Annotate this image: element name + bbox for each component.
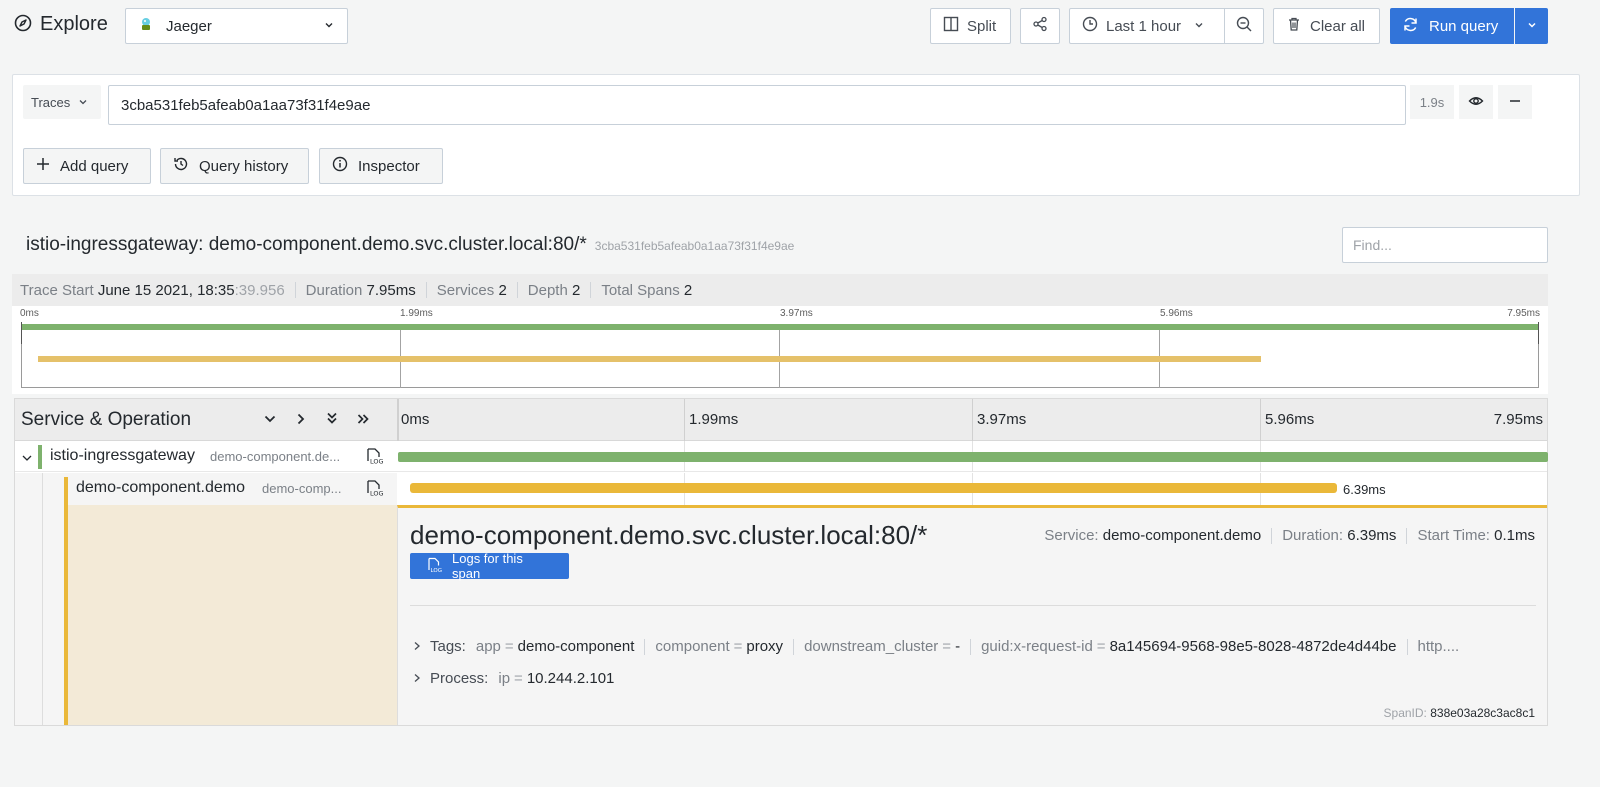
- chevron-down-icon: [1526, 18, 1538, 34]
- chevron-right-icon: [412, 670, 422, 687]
- jaeger-logo-icon: [138, 16, 154, 36]
- datasource-name: Jaeger: [166, 17, 212, 35]
- span-bar[interactable]: [410, 483, 1337, 493]
- minimap-span-bar: [38, 356, 1261, 362]
- logs-icon[interactable]: LOG: [365, 447, 384, 468]
- svg-text:LOG: LOG: [431, 568, 442, 573]
- find-input[interactable]: Find...: [1342, 227, 1548, 263]
- history-icon: [173, 156, 189, 176]
- query-duration: 1.9s: [1410, 85, 1454, 119]
- span-operation-name: demo-component.de...: [210, 449, 341, 464]
- info-icon: [332, 156, 348, 176]
- chevron-down-icon: [78, 95, 88, 110]
- timeline-tick: 7.95ms: [1493, 411, 1543, 428]
- span-service-name: demo-component.demo: [76, 479, 245, 496]
- split-icon: [943, 16, 959, 36]
- span-detail-panel: demo-component.demo.svc.cluster.local:80…: [397, 505, 1547, 725]
- trace-stats-bar: Trace Start June 15 2021, 18:35:39.956 D…: [12, 274, 1548, 306]
- tag-item: component = proxy: [655, 638, 784, 655]
- trace-id-label: 3cba531feb5afeab0a1aa73f31f4e9ae: [594, 239, 795, 253]
- span-duration-label: 6.39ms: [1343, 482, 1386, 497]
- collapse-all-icon[interactable]: [325, 411, 339, 428]
- time-range-picker[interactable]: Last 1 hour: [1069, 8, 1225, 44]
- minimap-tick: 0ms: [20, 308, 39, 319]
- minimap[interactable]: 0ms 1.99ms 3.97ms 5.96ms 7.95ms: [12, 306, 1548, 394]
- plus-icon: [36, 157, 50, 175]
- eye-icon: [1468, 93, 1484, 112]
- minimap-tick: 5.96ms: [1160, 308, 1193, 319]
- compass-icon: [14, 14, 32, 35]
- zoom-out-button[interactable]: [1224, 8, 1264, 44]
- trace-timeline: Service & Operation 0ms 1.99ms 3.97ms 5.…: [14, 398, 1548, 726]
- share-button[interactable]: [1020, 8, 1060, 44]
- run-query-options-button[interactable]: [1515, 8, 1548, 44]
- trace-title-row: istio-ingressgateway: demo-component.dem…: [26, 234, 794, 256]
- minimap-tick: 3.97ms: [780, 308, 813, 319]
- chevron-right-icon: [412, 638, 422, 655]
- expand-all-icon[interactable]: [356, 412, 370, 429]
- span-detail-row: demo-component.demo.svc.cluster.local:80…: [15, 505, 1547, 725]
- expand-one-icon[interactable]: [294, 412, 308, 429]
- trace-title: istio-ingressgateway: demo-component.dem…: [26, 234, 587, 255]
- span-row[interactable]: istio-ingressgateway demo-component.de..…: [15, 441, 1548, 472]
- query-type-select[interactable]: Traces: [23, 85, 101, 119]
- query-panel: Traces 3cba531feb5afeab0a1aa73f31f4e9ae …: [12, 74, 1580, 196]
- inspector-button[interactable]: Inspector: [319, 148, 443, 184]
- trash-icon: [1286, 16, 1302, 36]
- service-color-bar: [38, 445, 42, 469]
- collapse-one-icon[interactable]: [263, 412, 277, 429]
- service-color-bar: [64, 477, 68, 505]
- trace-id-input[interactable]: 3cba531feb5afeab0a1aa73f31f4e9ae: [108, 85, 1406, 125]
- logs-icon: LOG: [426, 557, 442, 576]
- refresh-icon: [1402, 16, 1419, 37]
- explore-title: Explore: [14, 13, 108, 36]
- service-operation-header: Service & Operation: [21, 409, 192, 430]
- toggle-query-visibility-button[interactable]: [1459, 85, 1493, 119]
- clock-icon: [1082, 16, 1098, 36]
- svg-text:LOG: LOG: [370, 458, 383, 466]
- span-operation-name: demo-comp...: [262, 481, 342, 496]
- svg-text:LOG: LOG: [370, 490, 383, 498]
- chevron-down-icon: [1193, 18, 1205, 35]
- tag-item: app = demo-component: [475, 638, 635, 655]
- timeline-tick: 5.96ms: [1265, 411, 1315, 428]
- timeline-tick: 1.99ms: [689, 411, 739, 428]
- clear-all-button[interactable]: Clear all: [1273, 8, 1380, 44]
- span-bar[interactable]: [398, 452, 1548, 462]
- timeline-tick: 3.97ms: [977, 411, 1027, 428]
- minimap-tick: 1.99ms: [400, 308, 433, 319]
- remove-query-button[interactable]: [1498, 85, 1532, 119]
- process-row[interactable]: Process: ip = 10.244.2.101: [412, 670, 614, 687]
- column-resizer[interactable]: [397, 399, 399, 441]
- chevron-down-icon[interactable]: [21, 451, 33, 467]
- page-title: Explore: [40, 13, 108, 35]
- minimap-tick: 7.95ms: [1507, 308, 1540, 319]
- span-service-name: istio-ingressgateway: [50, 447, 195, 464]
- tag-item: downstream_cluster = -: [804, 638, 961, 655]
- minus-icon: [1508, 94, 1522, 111]
- tags-row[interactable]: Tags: app = demo-component component = proxy…: [412, 638, 1459, 655]
- detail-operation-title: demo-component.demo.svc.cluster.local:80…: [410, 520, 928, 550]
- span-row[interactable]: demo-component.demo demo-comp... LOG 6.3…: [15, 473, 1547, 505]
- logs-icon[interactable]: LOG: [365, 479, 384, 500]
- run-query-button[interactable]: Run query: [1390, 8, 1514, 44]
- timeline-header: Service & Operation 0ms 1.99ms 3.97ms 5.…: [15, 399, 1547, 441]
- query-history-button[interactable]: Query history: [160, 148, 309, 184]
- split-button[interactable]: Split: [930, 8, 1011, 44]
- share-icon: [1032, 16, 1048, 36]
- detail-summary: Service: demo-component.demo Duration: 6…: [1044, 527, 1535, 544]
- add-query-button[interactable]: Add query: [23, 148, 151, 184]
- zoom-out-icon: [1235, 15, 1253, 37]
- tag-overflow: http....: [1417, 638, 1460, 655]
- logs-for-span-button[interactable]: LOG Logs for this span: [410, 551, 569, 581]
- chevron-down-icon: [323, 18, 335, 35]
- timeline-tick: 0ms: [401, 411, 430, 428]
- datasource-picker[interactable]: Jaeger: [125, 8, 348, 44]
- span-id: SpanID: 838e03a28c3ac8c1: [1383, 706, 1535, 720]
- tag-item: guid:x-request-id = 8a145694-9568-98e5-802…: [981, 638, 1397, 655]
